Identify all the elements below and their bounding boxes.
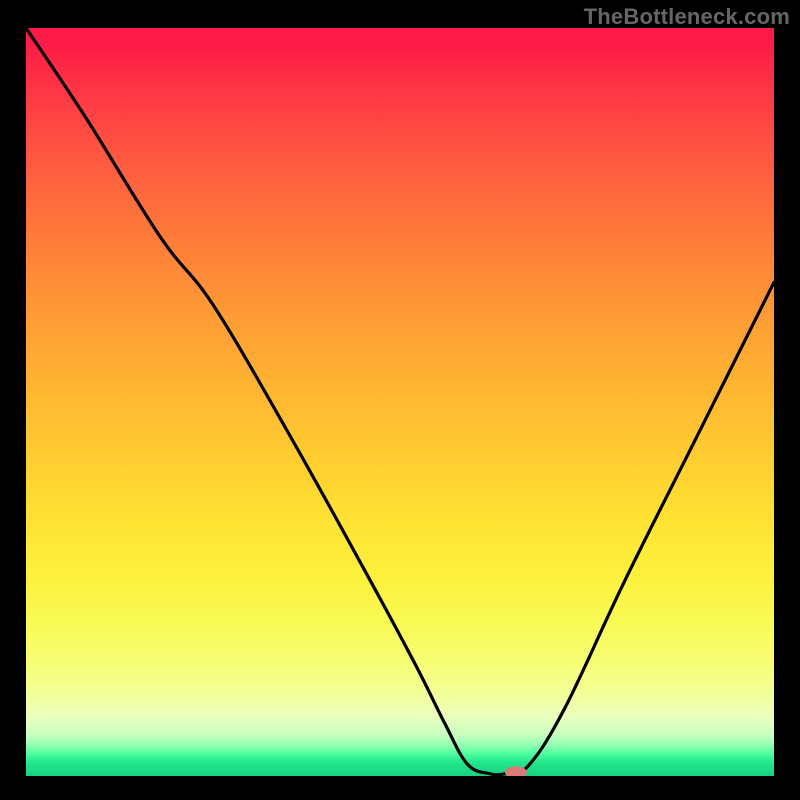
- curve-layer: [26, 28, 774, 776]
- bottleneck-curve: [26, 28, 774, 775]
- optimal-marker: [505, 766, 527, 776]
- chart-frame: TheBottleneck.com: [0, 0, 800, 800]
- plot-area: [26, 28, 774, 776]
- watermark-text: TheBottleneck.com: [584, 4, 790, 30]
